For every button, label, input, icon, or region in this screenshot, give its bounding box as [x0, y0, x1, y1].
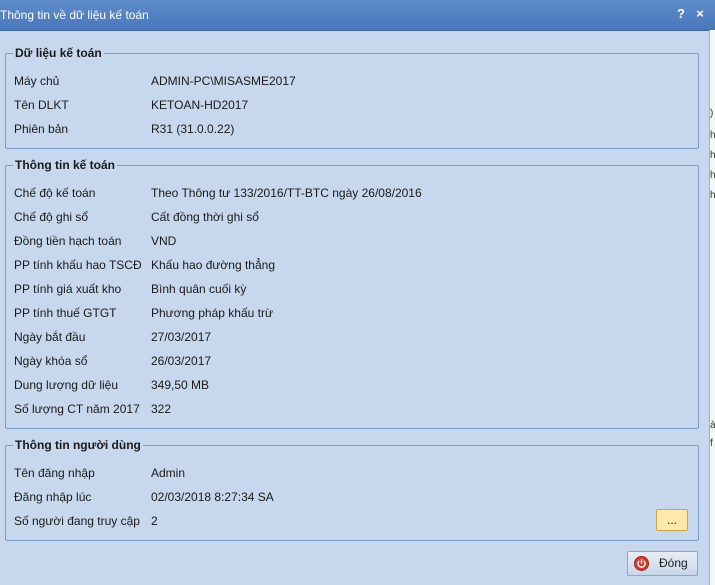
strip-text: h	[710, 150, 715, 161]
field-value: Theo Thông tư 133/2016/TT-BTC ngày 26/08…	[151, 186, 422, 200]
window-title: Thông tin về dữ liệu kế toán	[0, 8, 149, 22]
title-bar: Thông tin về dữ liệu kế toán ? ×	[0, 0, 715, 31]
power-icon	[634, 556, 649, 571]
field-value: Admin	[151, 466, 186, 480]
field-value: ADMIN-PC\MISASME2017	[151, 74, 296, 88]
group-title: Thông tin kế toán	[13, 158, 117, 172]
field-value: Phương pháp khấu trừ	[151, 306, 274, 320]
field-label: PP tính giá xuất kho	[14, 282, 122, 296]
accounting-info-group: Thông tin kế toán Chế độ kế toán Theo Th…	[5, 158, 699, 429]
user-info-group: Thông tin người dùng Tên đăng nhập Admin…	[5, 438, 699, 541]
help-button[interactable]: ?	[673, 6, 689, 22]
field-label: Số người đang truy cập	[14, 514, 140, 528]
close-button[interactable]: Đóng	[627, 551, 698, 576]
field-value: Cất đồng thời ghi sổ	[151, 210, 259, 224]
field-label: Chế độ kế toán	[14, 186, 96, 200]
field-value: KETOAN-HD2017	[151, 98, 249, 112]
field-label: Đăng nhập lúc	[14, 490, 92, 504]
field-label: PP tính thuế GTGT	[14, 306, 117, 320]
strip-text: h	[710, 170, 715, 181]
field-value: VND	[151, 234, 177, 248]
strip-text: h	[710, 190, 715, 201]
accounting-data-group: Dữ liệu kế toán Máy chủ ADMIN-PC\MISASME…	[5, 46, 699, 149]
field-label: Dung lượng dữ liệu	[14, 378, 118, 392]
field-label: Ngày khóa sổ	[14, 354, 88, 368]
strip-text: h	[710, 130, 715, 141]
field-label: Ngày bắt đầu	[14, 330, 86, 344]
field-label: Chế độ ghi sổ	[14, 210, 89, 224]
window-close-button[interactable]: ×	[692, 6, 708, 22]
field-value: 2	[151, 514, 158, 528]
group-title: Thông tin người dùng	[13, 438, 143, 452]
field-value: 26/03/2017	[151, 354, 212, 368]
field-value: 349,50 MB	[151, 378, 210, 392]
field-value: 02/03/2018 8:27:34 SA	[151, 490, 274, 504]
field-label: Số lượng CT năm 2017	[14, 402, 140, 416]
close-button-label: Đóng	[659, 556, 688, 570]
strip-text: )	[710, 108, 714, 119]
strip-text: à	[710, 420, 715, 431]
field-value: Khấu hao đường thẳng	[151, 258, 276, 272]
field-value: 322	[151, 402, 172, 416]
field-value: Bình quân cuối kỳ	[151, 282, 247, 296]
field-value: 27/03/2017	[151, 330, 212, 344]
field-label: PP tính khấu hao TSCĐ	[14, 258, 142, 272]
group-title: Dữ liệu kế toán	[13, 46, 104, 60]
field-label: Phiên bản	[14, 122, 69, 136]
field-label: Đồng tiền hạch toán	[14, 234, 122, 248]
view-users-button[interactable]: ...	[656, 509, 688, 531]
field-label: Máy chủ	[14, 74, 60, 88]
field-label: Tên đăng nhập	[14, 466, 95, 480]
field-label: Tên DLKT	[14, 98, 69, 112]
strip-text: f	[710, 438, 713, 449]
field-value: R31 (31.0.0.22)	[151, 122, 235, 136]
